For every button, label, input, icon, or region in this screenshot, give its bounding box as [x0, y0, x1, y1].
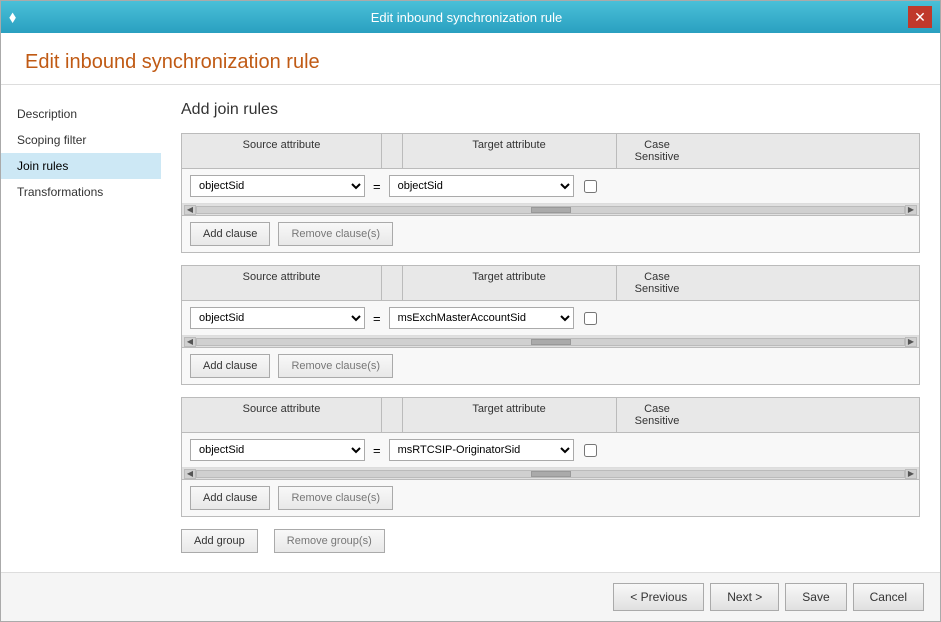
group1-target-header: Target attribute: [402, 134, 617, 168]
rule-group-3: Source attribute Target attribute Case S…: [181, 397, 920, 517]
group2-scroll-left[interactable]: ◀: [184, 337, 196, 347]
group2-scrollbar[interactable]: ◀ ▶: [182, 336, 919, 348]
group2-scrollbar-track: [196, 338, 905, 346]
group1-eq-sign: =: [365, 179, 389, 194]
group3-scroll-right[interactable]: ▶: [905, 469, 917, 479]
group2-case-header: Case Sensitive: [617, 266, 697, 300]
sidebar: Description Scoping filter Join rules Tr…: [1, 85, 161, 572]
content-area: Description Scoping filter Join rules Tr…: [1, 85, 940, 572]
group3-source-select[interactable]: objectSid: [190, 439, 365, 461]
group1-rule-row: objectSid = objectSid: [182, 169, 919, 204]
footer: < Previous Next > Save Cancel: [1, 572, 940, 621]
group1-scrollbar-track: [196, 206, 905, 214]
main-window: ⬧ Edit inbound synchronization rule ✕ Ed…: [0, 0, 941, 622]
group1-clause-buttons: Add clause Remove clause(s): [182, 216, 919, 252]
group3-case-checkbox[interactable]: [584, 444, 597, 457]
group1-case-header: Case Sensitive: [617, 134, 697, 168]
group1-scrollbar-thumb: [531, 207, 571, 213]
group3-source-header: Source attribute: [182, 398, 382, 432]
group3-scroll-left[interactable]: ◀: [184, 469, 196, 479]
previous-button[interactable]: < Previous: [613, 583, 704, 611]
group1-case-checkbox[interactable]: [584, 180, 597, 193]
group1-source-header: Source attribute: [182, 134, 382, 168]
group3-scrollbar-thumb: [531, 471, 571, 477]
window-icon: ⬧: [9, 9, 25, 25]
group1-scroll-left[interactable]: ◀: [184, 205, 196, 215]
group2-eq-header: [382, 266, 403, 300]
group2-header-row: Source attribute Target attribute Case S…: [182, 266, 919, 301]
group3-eq-sign: =: [365, 443, 389, 458]
group1-target-select[interactable]: objectSid: [389, 175, 574, 197]
title-bar: ⬧ Edit inbound synchronization rule ✕: [1, 1, 940, 33]
group3-rule-row: objectSid = msRTCSIP-OriginatorSid: [182, 433, 919, 468]
group1-scroll-right[interactable]: ▶: [905, 205, 917, 215]
sidebar-item-join-rules[interactable]: Join rules: [1, 153, 161, 179]
save-button[interactable]: Save: [785, 583, 846, 611]
group2-source-header: Source attribute: [182, 266, 382, 300]
group3-header-row: Source attribute Target attribute Case S…: [182, 398, 919, 433]
main-content: Add join rules Source attribute Target a…: [161, 85, 940, 572]
group3-remove-clause-button[interactable]: Remove clause(s): [278, 486, 393, 510]
group1-remove-clause-button[interactable]: Remove clause(s): [278, 222, 393, 246]
group3-eq-header: [382, 398, 403, 432]
section-title: Add join rules: [181, 101, 920, 119]
group3-case-header: Case Sensitive: [617, 398, 697, 432]
group1-header-row: Source attribute Target attribute Case S…: [182, 134, 919, 169]
group2-rule-row: objectSid = msExchMasterAccountSid: [182, 301, 919, 336]
group3-scrollbar-track: [196, 470, 905, 478]
window-title: Edit inbound synchronization rule: [25, 10, 908, 25]
group3-add-clause-button[interactable]: Add clause: [190, 486, 270, 510]
sidebar-item-scoping-filter[interactable]: Scoping filter: [1, 127, 161, 153]
page-header: Edit inbound synchronization rule: [1, 33, 940, 85]
sidebar-item-description[interactable]: Description: [1, 101, 161, 127]
remove-group-button[interactable]: Remove group(s): [274, 529, 385, 553]
group3-target-header: Target attribute: [402, 398, 617, 432]
window-body: Edit inbound synchronization rule Descri…: [1, 33, 940, 621]
group3-clause-buttons: Add clause Remove clause(s): [182, 480, 919, 516]
sidebar-item-transformations[interactable]: Transformations: [1, 179, 161, 205]
group2-add-clause-button[interactable]: Add clause: [190, 354, 270, 378]
group2-case-checkbox[interactable]: [584, 312, 597, 325]
rule-group-1: Source attribute Target attribute Case S…: [181, 133, 920, 253]
group1-add-clause-button[interactable]: Add clause: [190, 222, 270, 246]
group2-remove-clause-button[interactable]: Remove clause(s): [278, 354, 393, 378]
add-group-button[interactable]: Add group: [181, 529, 258, 553]
group2-clause-buttons: Add clause Remove clause(s): [182, 348, 919, 384]
group2-target-select[interactable]: msExchMasterAccountSid: [389, 307, 574, 329]
cancel-button[interactable]: Cancel: [853, 583, 924, 611]
next-button[interactable]: Next >: [710, 583, 779, 611]
group2-target-header: Target attribute: [402, 266, 617, 300]
close-button[interactable]: ✕: [908, 6, 932, 28]
group-buttons: Add group Remove group(s): [181, 529, 920, 553]
group2-scrollbar-thumb: [531, 339, 571, 345]
page-title: Edit inbound synchronization rule: [25, 51, 916, 74]
group1-eq-header: [382, 134, 403, 168]
group3-scrollbar[interactable]: ◀ ▶: [182, 468, 919, 480]
group1-scrollbar[interactable]: ◀ ▶: [182, 204, 919, 216]
group3-target-select[interactable]: msRTCSIP-OriginatorSid: [389, 439, 574, 461]
rule-group-2: Source attribute Target attribute Case S…: [181, 265, 920, 385]
group2-source-select[interactable]: objectSid: [190, 307, 365, 329]
group2-scroll-right[interactable]: ▶: [905, 337, 917, 347]
group2-eq-sign: =: [365, 311, 389, 326]
group1-source-select[interactable]: objectSid: [190, 175, 365, 197]
